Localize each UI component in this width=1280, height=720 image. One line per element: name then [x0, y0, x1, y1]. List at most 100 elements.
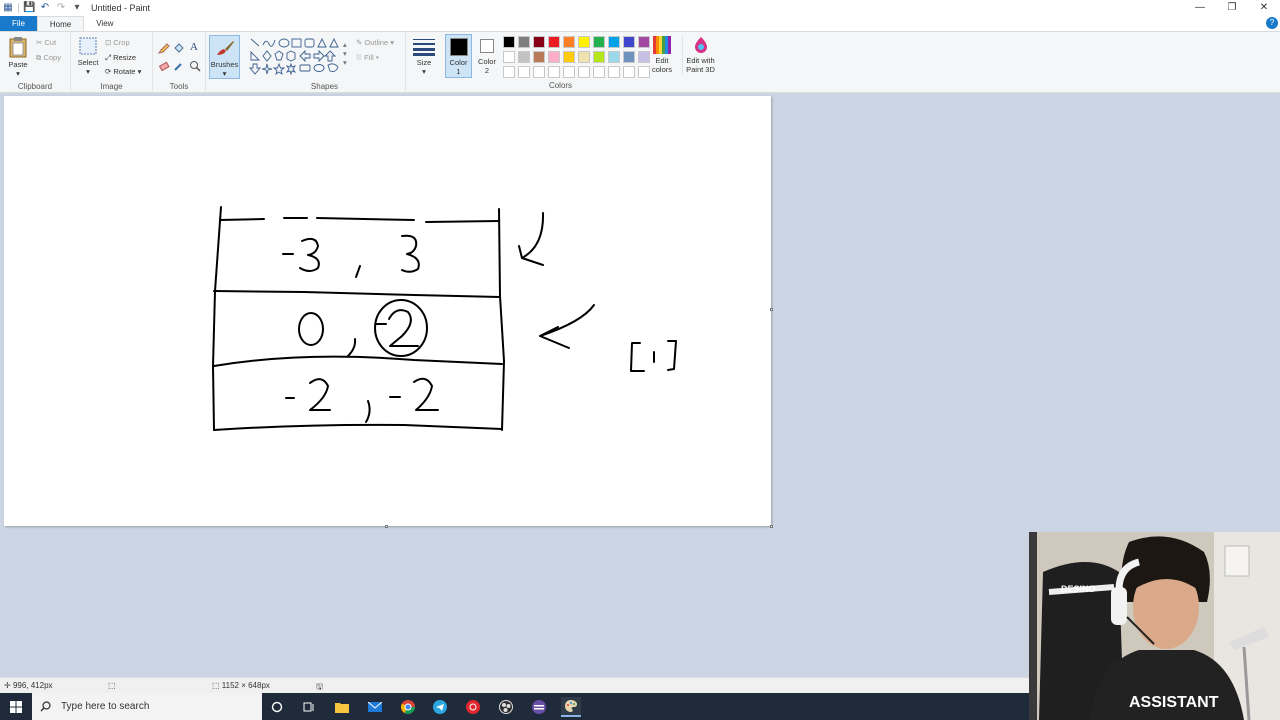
paste-button[interactable]: Paste ▾: [4, 36, 32, 78]
svg-text:DESINO: DESINO: [1061, 584, 1096, 594]
cut-button[interactable]: ✂ Cut: [36, 38, 56, 47]
palette-swatch[interactable]: [623, 66, 635, 78]
resize-label: Resize: [113, 53, 137, 62]
palette-swatch[interactable]: [593, 66, 605, 78]
text-tool-icon[interactable]: A: [190, 41, 198, 53]
pencil-icon[interactable]: [158, 42, 170, 54]
palette-swatch[interactable]: [548, 66, 560, 78]
tools-group: A Tools: [153, 32, 206, 93]
clipboard-group: Paste ▾ ✂ Cut ⧉ Copy Clipboard: [0, 32, 71, 93]
color1-number: 1: [456, 67, 461, 76]
chrome-icon[interactable]: [398, 697, 418, 717]
resize-handle-right[interactable]: [770, 308, 773, 311]
palette-swatch[interactable]: [533, 36, 545, 48]
size-button[interactable]: Size ▾: [412, 38, 436, 76]
palette-swatch[interactable]: [548, 51, 560, 63]
outline-button[interactable]: ✎ Outline ▾: [356, 38, 394, 47]
select-button[interactable]: Select ▾: [75, 36, 101, 76]
edit-colors-icon: [653, 36, 671, 54]
brushes-button[interactable]: Brushes ▾: [209, 35, 240, 79]
mail-icon[interactable]: [365, 697, 385, 717]
palette-swatch[interactable]: [608, 36, 620, 48]
close-button[interactable]: ✕: [1248, 0, 1280, 16]
palette-swatch[interactable]: [518, 51, 530, 63]
screen-recorder-icon[interactable]: [463, 697, 483, 717]
palette-swatch[interactable]: [518, 36, 530, 48]
shapes-gallery[interactable]: [248, 36, 348, 76]
palette-swatch[interactable]: [533, 51, 545, 63]
color1-label: Color: [449, 58, 468, 67]
maximize-button[interactable]: ❐: [1216, 0, 1248, 16]
palette-swatch[interactable]: [623, 36, 635, 48]
ribbon-tabs: File Home View ?: [0, 16, 1280, 31]
paint-app-icon[interactable]: ▦: [2, 2, 14, 14]
divider: [18, 3, 19, 13]
palette-swatch[interactable]: [503, 51, 515, 63]
crop-button[interactable]: ⊡ Crop: [105, 38, 130, 47]
telegram-icon[interactable]: [430, 697, 450, 717]
crop-label: Crop: [113, 38, 130, 47]
palette-swatch[interactable]: [623, 51, 635, 63]
shapes-group-title: Shapes: [310, 82, 339, 91]
minimize-button[interactable]: —: [1184, 0, 1216, 16]
colors-group-title: Colors: [548, 81, 573, 90]
taskbar-search[interactable]: Type here to search: [32, 693, 262, 720]
tab-home[interactable]: Home: [36, 16, 85, 31]
obs-icon[interactable]: [496, 697, 516, 717]
edit-colors-button[interactable]: Edit colors: [649, 36, 675, 74]
customize-dropdown-icon[interactable]: ▾: [71, 2, 83, 14]
webcam-streamer-image: ASSISTANT DESINO: [1029, 532, 1280, 720]
help-icon[interactable]: ?: [1266, 17, 1278, 29]
palette-swatch[interactable]: [578, 66, 590, 78]
brushes-dropdown-icon: ▾: [222, 69, 227, 78]
palette-swatch[interactable]: [548, 36, 560, 48]
shapes-group: ▴ ▾ ▾ ✎ Outline ▾ ⛆ Fill ▾ Shapes: [244, 32, 406, 93]
paint-taskbar-icon[interactable]: [561, 697, 581, 717]
palette-swatch[interactable]: [608, 51, 620, 63]
file-explorer-icon[interactable]: [332, 697, 352, 717]
tab-view[interactable]: View: [84, 16, 125, 31]
palette-swatch[interactable]: [593, 51, 605, 63]
palette-swatch[interactable]: [503, 66, 515, 78]
palette-swatch[interactable]: [518, 66, 530, 78]
paste-dropdown-icon: ▾: [16, 69, 20, 78]
color-picker-icon[interactable]: [173, 60, 185, 72]
color2-number: 2: [484, 66, 490, 75]
app-icon-striped[interactable]: [529, 697, 549, 717]
fill-button[interactable]: ⛆ Fill ▾: [356, 53, 379, 63]
eraser-icon[interactable]: [158, 60, 170, 72]
color1-button[interactable]: Color 1: [445, 34, 472, 78]
copy-button[interactable]: ⧉ Copy: [36, 53, 61, 63]
resize-handle-bottom[interactable]: [385, 525, 388, 528]
resize-handle-corner[interactable]: [770, 525, 773, 528]
drawing-canvas[interactable]: [4, 96, 773, 528]
save-icon[interactable]: 💾: [23, 2, 35, 14]
rotate-button[interactable]: ⟳ Rotate ▾: [105, 67, 141, 76]
shapes-scroll-icon[interactable]: ▴ ▾ ▾: [343, 40, 347, 67]
palette-swatch[interactable]: [563, 66, 575, 78]
palette-swatch[interactable]: [533, 66, 545, 78]
edit-with-paint3d-button[interactable]: Edit with Paint 3D: [682, 36, 718, 74]
task-view-icon[interactable]: [299, 697, 319, 717]
palette-swatch[interactable]: [503, 36, 515, 48]
magnifier-icon[interactable]: [189, 60, 201, 72]
palette-swatch[interactable]: [563, 36, 575, 48]
palette-swatch[interactable]: [563, 51, 575, 63]
tab-file[interactable]: File: [0, 16, 37, 31]
edit-colors-label: Edit colors: [651, 56, 672, 74]
start-button[interactable]: [0, 693, 32, 720]
undo-icon[interactable]: ↶: [39, 2, 51, 14]
color2-button[interactable]: Color 2: [475, 34, 499, 78]
palette-swatch[interactable]: [593, 36, 605, 48]
brushes-group: Brushes ▾: [206, 32, 244, 93]
palette-swatch[interactable]: [578, 36, 590, 48]
svg-text:ASSISTANT: ASSISTANT: [1129, 694, 1219, 711]
fill-bucket-icon[interactable]: [173, 42, 185, 54]
resize-button[interactable]: ⤢ Resize: [105, 53, 136, 63]
line-size-icon: [413, 39, 435, 56]
copy-label: Copy: [43, 53, 61, 62]
cortana-icon[interactable]: [267, 697, 287, 717]
redo-icon[interactable]: ↷: [55, 2, 67, 14]
palette-swatch[interactable]: [578, 51, 590, 63]
palette-swatch[interactable]: [608, 66, 620, 78]
